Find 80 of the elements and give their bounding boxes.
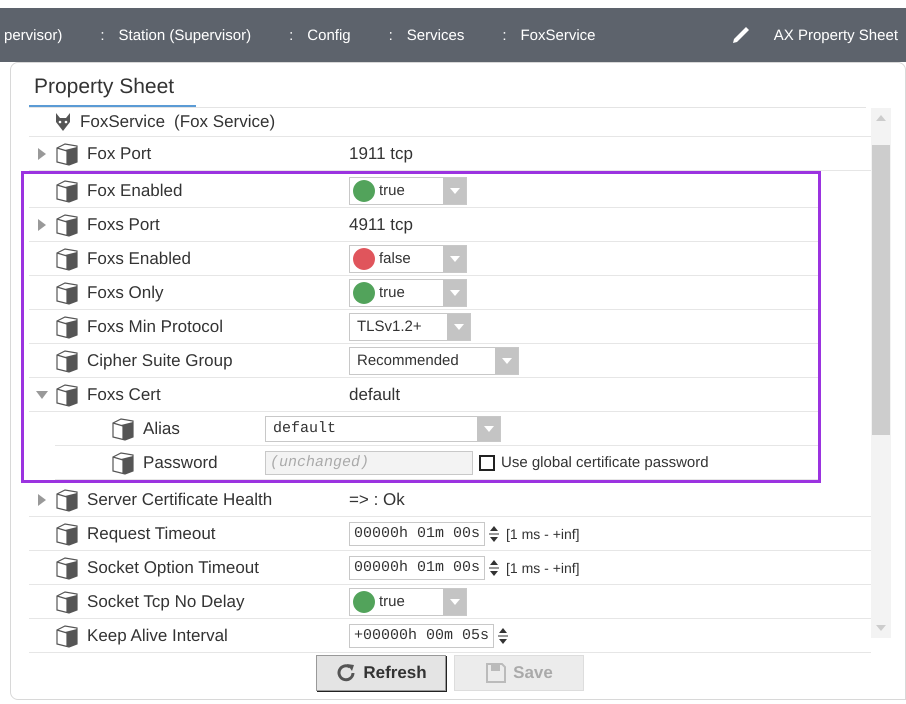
boolean-dropdown[interactable]: false (349, 244, 467, 272)
property-name: Cipher Suite Group (87, 350, 233, 370)
property-name: Socket Tcp No Delay (87, 592, 244, 612)
collapse-triangle-icon[interactable] (36, 388, 48, 400)
caret-icon (450, 290, 460, 296)
alias-dropdown[interactable]: default (265, 416, 501, 442)
cube-icon (55, 488, 79, 512)
property-value: 4911 tcp (349, 214, 413, 234)
property-name: Password (143, 452, 218, 472)
range-text: [1 ms - +inf] (506, 526, 580, 542)
spin-button[interactable] (488, 524, 500, 544)
property-name: Request Timeout (87, 524, 216, 544)
property-name: Foxs Only (87, 282, 164, 302)
component-type: (Fox Service) (174, 112, 276, 132)
property-name: Socket Option Timeout (87, 558, 259, 578)
component-name: FoxService (80, 112, 166, 132)
breadcrumb-separator: : (502, 26, 506, 44)
cube-icon (55, 624, 79, 648)
spin-button[interactable] (497, 626, 510, 646)
cube-icon (55, 590, 79, 614)
refresh-icon (335, 662, 358, 684)
select-dropdown[interactable]: TLSv1.2+ (349, 312, 471, 340)
breadcrumb-separator: : (388, 26, 393, 44)
caret-icon (484, 426, 494, 432)
property-name: Alias (143, 418, 180, 438)
property-name: Fox Port (87, 144, 152, 164)
breadcrumb-link[interactable]: Services (406, 26, 464, 44)
cube-icon (55, 246, 79, 270)
scrollbar[interactable] (871, 108, 891, 638)
expand-triangle-icon[interactable] (36, 148, 48, 160)
cube-icon (55, 348, 79, 372)
boolean-dropdown[interactable]: true (349, 176, 467, 204)
view-selector[interactable]: AX Property Sheet (730, 24, 898, 46)
cube-icon (55, 314, 79, 338)
duration-field[interactable]: 00000h 01m 00s (349, 556, 486, 580)
caret-icon (454, 324, 464, 330)
expand-triangle-icon[interactable] (36, 494, 48, 506)
cube-icon (111, 416, 135, 440)
caret-icon (502, 358, 512, 364)
duration-field[interactable]: +00000h 00m 05s (349, 624, 494, 648)
property-name: Fox Enabled (87, 180, 182, 200)
cube-icon (55, 212, 79, 236)
fox-head-icon (55, 112, 71, 132)
property-name: Foxs Enabled (87, 248, 191, 268)
cube-icon (55, 142, 79, 166)
breadcrumb-link[interactable]: FoxService (520, 26, 596, 44)
property-name: Keep Alive Interval (87, 626, 228, 646)
scroll-down-icon[interactable] (876, 624, 886, 632)
property-name: Foxs Min Protocol (87, 316, 224, 336)
cube-icon (55, 382, 79, 406)
boolean-dropdown[interactable]: true (349, 588, 467, 616)
property-name: Server Certificate Health (87, 490, 272, 510)
cube-icon (55, 556, 79, 580)
breadcrumb-link[interactable]: pervisor) (4, 26, 62, 44)
breadcrumb-link[interactable]: Config (307, 26, 351, 44)
duration-field[interactable]: 00000h 01m 00s (349, 522, 486, 546)
checkbox-label: Use global certificate password (501, 454, 709, 471)
expand-triangle-icon[interactable] (36, 218, 48, 230)
spin-button[interactable] (488, 558, 500, 578)
property-value: => : Ok (349, 490, 405, 510)
caret-icon (450, 598, 460, 604)
checkbox[interactable] (479, 454, 495, 470)
property-value: default (349, 384, 400, 404)
caret-icon (450, 256, 460, 262)
select-dropdown[interactable]: Recommended (349, 346, 519, 374)
breadcrumb-link[interactable]: Station (Supervisor) (118, 26, 252, 44)
cube-icon (111, 450, 135, 474)
breadcrumb-separator: : (100, 26, 105, 44)
breadcrumb-separator: : (289, 26, 294, 44)
range-text: [1 ms - +inf] (506, 560, 580, 576)
cube-icon (55, 522, 79, 546)
boolean-dropdown[interactable]: true (349, 278, 467, 306)
cube-icon (55, 178, 79, 202)
refresh-button[interactable]: Refresh (316, 655, 446, 691)
property-name: Foxs Port (87, 214, 160, 234)
property-name: Foxs Cert (87, 384, 161, 404)
caret-icon (450, 188, 460, 194)
property-value: 1911 tcp (349, 144, 413, 164)
scroll-up-icon[interactable] (876, 114, 886, 122)
cube-icon (55, 280, 79, 304)
